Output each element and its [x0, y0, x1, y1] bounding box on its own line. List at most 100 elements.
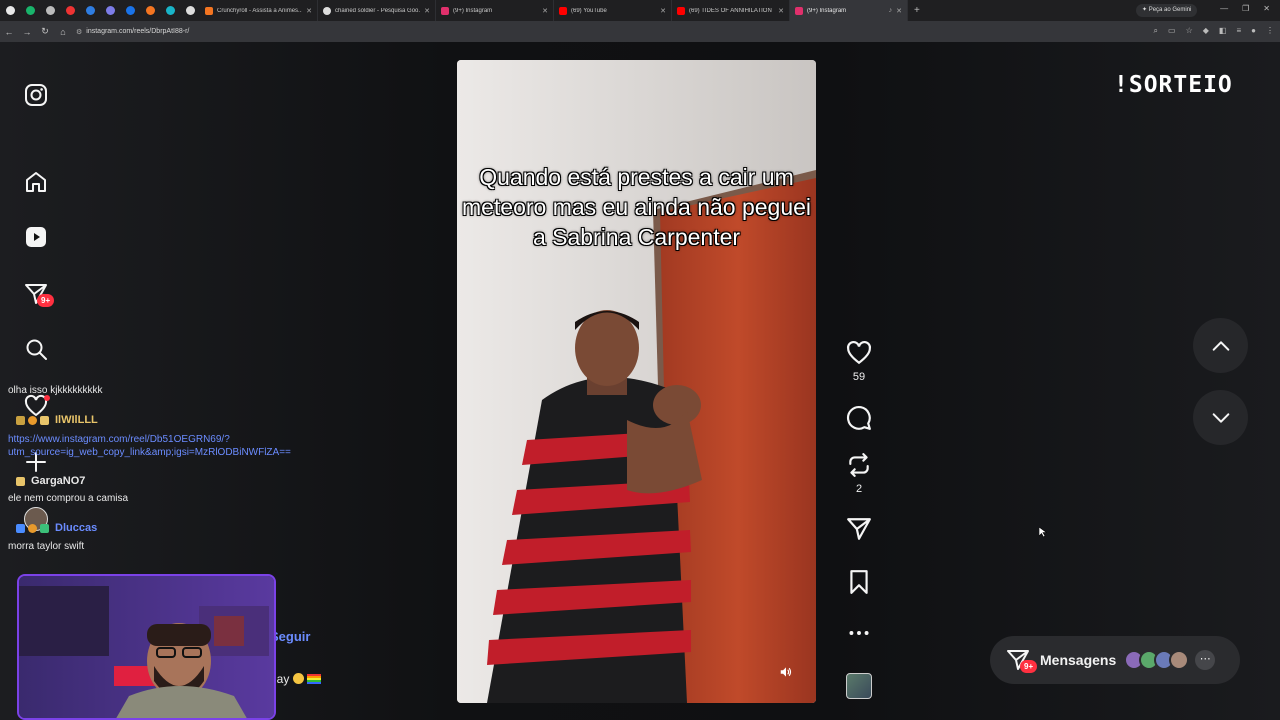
comment-icon[interactable]	[846, 405, 872, 431]
instagram-logo-icon[interactable]	[24, 83, 48, 107]
pinned-tab[interactable]	[40, 0, 60, 21]
sorteio-overlay: !SORTEIO	[1114, 72, 1233, 98]
tab-crunchyroll[interactable]: Crunchyroll - Assista a Animes... ✕	[200, 0, 318, 21]
pinned-tab[interactable]	[60, 0, 80, 21]
mouse-cursor-icon	[1039, 527, 1047, 537]
back-icon[interactable]: ←	[0, 27, 18, 37]
chat-message: olha isso kjkkkkkkkkk	[8, 385, 103, 396]
tab-google-search[interactable]: chained soldier - Pesquisa Goo... ✕	[318, 0, 436, 21]
profile-icon[interactable]: ●	[1251, 26, 1256, 36]
close-icon[interactable]: ✕	[896, 7, 902, 15]
browser-tab-strip: Crunchyroll - Assista a Animes... ✕ chai…	[0, 0, 1280, 21]
home-nav-icon[interactable]	[24, 170, 48, 194]
follow-link[interactable]: Seguir	[270, 629, 310, 644]
pinned-tab[interactable]	[80, 0, 100, 21]
chevron-down-icon	[1212, 412, 1229, 423]
chat-user: Dluccas	[16, 522, 97, 534]
close-icon[interactable]: ✕	[778, 7, 784, 15]
extension-icon[interactable]: ◆	[1203, 26, 1209, 36]
repost-count: 2	[855, 483, 863, 495]
close-icon[interactable]: ✕	[424, 7, 430, 15]
tab-youtube-tides[interactable]: (69) TIDES OF ANNIHILATION I... ✕	[672, 0, 790, 21]
forward-icon[interactable]: →	[18, 27, 36, 37]
chat-user: GargaNO7	[16, 475, 85, 487]
gemini-button[interactable]: ✦ Peça ao Gemini	[1136, 4, 1198, 17]
messages-badge: 9+	[1020, 660, 1038, 673]
sub-badge-icon	[16, 476, 25, 486]
like-count: 59	[852, 371, 866, 383]
reel-caption: Quando está prestes a cair um meteoro ma…	[461, 164, 812, 250]
window-controls: — ❐ ✕	[1220, 4, 1270, 13]
new-tab-button[interactable]: +	[914, 5, 920, 16]
repost-icon[interactable]	[846, 452, 872, 478]
instagram-icon	[795, 6, 803, 15]
sub-badge-icon	[28, 415, 37, 425]
audio-thumbnail[interactable]	[846, 673, 872, 699]
crunchyroll-icon	[205, 6, 213, 15]
pinned-tab[interactable]	[20, 0, 40, 21]
flushed-emoji-icon	[292, 673, 304, 684]
chat-message: ele nem comprou a camisa	[8, 493, 129, 504]
sub-badge-icon	[28, 523, 37, 533]
sub-badge-icon	[16, 523, 25, 533]
message-avatars	[1124, 650, 1190, 670]
youtube-icon	[677, 6, 685, 15]
rainbow-flag-icon	[307, 674, 322, 684]
sub-badge-icon	[40, 415, 49, 425]
restore-icon[interactable]: ❐	[1242, 4, 1249, 13]
previous-reel-button[interactable]	[1193, 318, 1248, 373]
reel-video[interactable]: Quando está prestes a cair um meteoro ma…	[457, 60, 816, 703]
chevron-up-icon	[1212, 340, 1229, 351]
search-icon[interactable]	[24, 337, 48, 361]
url-field[interactable]: ⚙ instagram.com/reels/DbrpAtI88-r/	[76, 28, 189, 36]
youtube-icon	[559, 6, 567, 15]
tab-youtube[interactable]: (69) YouTube ✕	[554, 0, 672, 21]
instagram-icon	[441, 6, 449, 15]
messages-bar[interactable]: 9+ Mensagens ⋯	[990, 636, 1240, 684]
close-icon[interactable]: ✕	[660, 7, 666, 15]
home-icon[interactable]: ⌂	[54, 27, 72, 37]
reload-icon[interactable]: ↻	[36, 26, 54, 37]
like-icon[interactable]	[846, 340, 872, 366]
google-icon	[323, 6, 331, 15]
tab-instagram[interactable]: (9+) Instagram ✕	[436, 0, 554, 21]
browser-toolbar: ⌕ ▭ ☆ ◆ ◧ ≡ ● ⋮	[1154, 26, 1274, 36]
save-bookmark-icon[interactable]	[846, 569, 872, 595]
speaker-icon[interactable]: ♪	[889, 7, 893, 14]
streamer-webcam	[17, 574, 276, 720]
avatar	[1169, 650, 1190, 670]
close-window-icon[interactable]: ✕	[1263, 4, 1270, 13]
more-options-icon[interactable]	[846, 620, 872, 646]
chat-link[interactable]: https://www.instagram.com/reel/Db51OEGRN…	[8, 433, 348, 459]
menu-icon[interactable]: ⋮	[1266, 26, 1274, 36]
bookmark-star-icon[interactable]: ☆	[1186, 26, 1193, 36]
extensions-icon[interactable]: ◧	[1219, 26, 1227, 36]
reels-nav-icon[interactable]	[24, 225, 48, 249]
address-bar: ← → ↻ ⌂ ⚙ instagram.com/reels/DbrpAtI88-…	[0, 21, 1280, 42]
pinned-tab[interactable]	[140, 0, 160, 21]
media-icon[interactable]: ≡	[1236, 26, 1241, 36]
pinned-tab[interactable]	[100, 0, 120, 21]
site-info-icon[interactable]: ⚙	[76, 28, 82, 36]
pinned-tab[interactable]	[120, 0, 140, 21]
chat-user: IlWIlLLL	[16, 414, 98, 426]
close-icon[interactable]: ✕	[306, 7, 312, 15]
pinned-tab[interactable]	[180, 0, 200, 21]
minimize-icon[interactable]: —	[1220, 4, 1228, 13]
sub-badge-icon	[40, 523, 49, 533]
pinned-tab[interactable]	[0, 0, 20, 21]
cast-icon[interactable]: ▭	[1168, 26, 1176, 36]
messages-label: Mensagens	[1040, 652, 1117, 668]
volume-icon[interactable]	[779, 665, 793, 679]
share-icon[interactable]	[846, 516, 872, 542]
more-icon[interactable]: ⋯	[1195, 650, 1216, 670]
close-icon[interactable]: ✕	[542, 7, 548, 15]
chat-message: morra taylor swift	[8, 541, 85, 552]
partial-caption-text: gay	[270, 672, 322, 686]
zoom-icon[interactable]: ⌕	[1154, 26, 1158, 36]
notifications-badge: 9+	[37, 294, 55, 307]
tab-instagram-active[interactable]: (9+) Instagram ♪ ✕	[790, 0, 908, 21]
pinned-tab[interactable]	[160, 0, 180, 21]
next-reel-button[interactable]	[1193, 390, 1248, 445]
sub-badge-icon	[16, 415, 25, 425]
